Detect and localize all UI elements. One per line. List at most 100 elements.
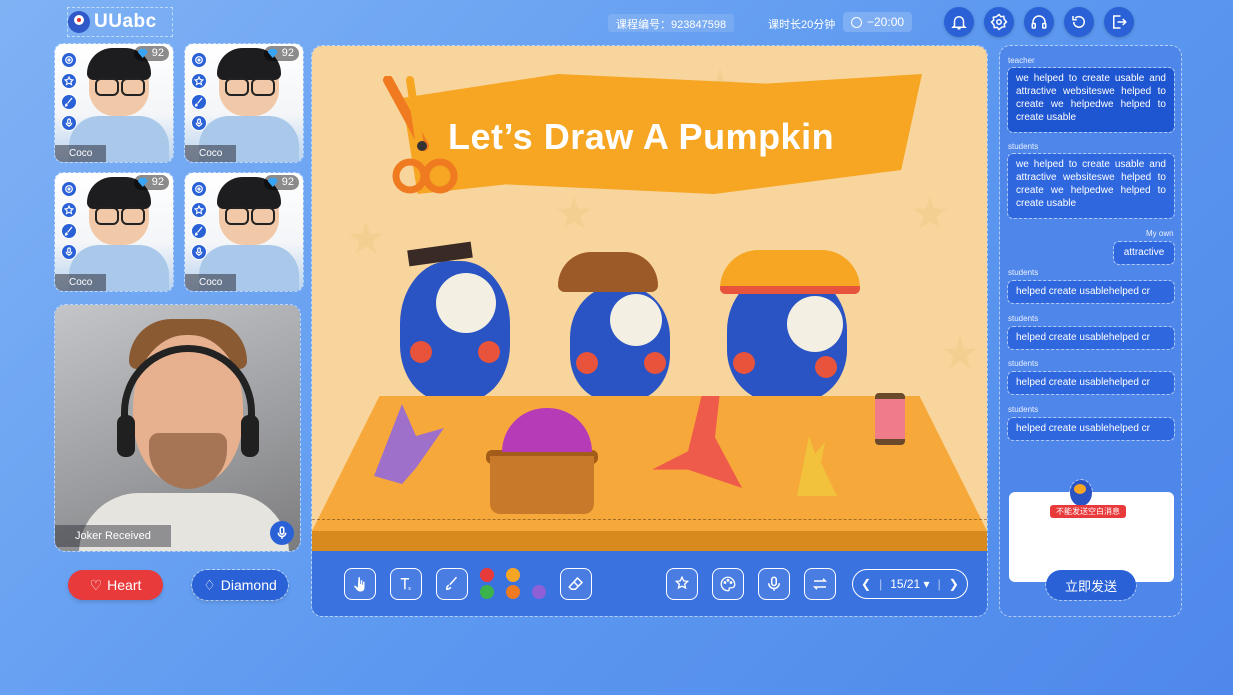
palette-icon[interactable] <box>712 567 744 600</box>
star-decoration <box>556 196 592 229</box>
color-swatch[interactable] <box>480 585 494 599</box>
switch-icon[interactable] <box>804 567 836 600</box>
text-tool-icon[interactable]: s <box>390 567 422 600</box>
page-indicator[interactable]: 15/21 ▾ <box>890 577 929 591</box>
headset-icon[interactable] <box>1024 7 1054 37</box>
courseware-slide[interactable]: Let’s Draw A Pumpkin <box>312 46 987 551</box>
color-swatch[interactable] <box>532 585 546 599</box>
star-stamp-icon[interactable] <box>61 202 77 218</box>
message-sender: My own <box>1146 229 1174 238</box>
target-icon[interactable] <box>191 52 207 68</box>
student-video-tile[interactable]: 92 Coco <box>54 172 174 292</box>
gem-count: 92 <box>133 46 169 61</box>
teacher-status-label: Joker Received <box>55 525 171 547</box>
star-decoration <box>942 336 978 369</box>
star-stamp-icon[interactable] <box>61 73 77 89</box>
yarn-basket <box>490 456 594 514</box>
message-sender: teacher <box>1008 56 1035 65</box>
target-icon[interactable] <box>61 52 77 68</box>
course-number: 课程编号：923847598 <box>608 14 735 32</box>
color-swatch[interactable] <box>506 568 520 582</box>
whiteboard-toolbar: s ❮ | 15/21 ▾ | ❯ <box>312 551 987 616</box>
monster-graduate <box>400 261 510 401</box>
student-video-tile[interactable]: 92 Coco <box>184 43 304 163</box>
app-logo: UUabc <box>67 7 173 37</box>
message-sender: students <box>1008 268 1039 277</box>
target-icon[interactable] <box>191 181 207 197</box>
microphone-icon[interactable] <box>758 567 790 600</box>
gem-count: 92 <box>263 175 299 190</box>
target-icon[interactable] <box>61 181 77 197</box>
student-video-tile[interactable]: 92 Coco <box>184 172 304 292</box>
heart-label: Heart <box>107 577 142 593</box>
magic-star-icon[interactable] <box>666 567 698 600</box>
mascot-icon <box>1069 479 1093 507</box>
heart-reward-button[interactable]: ♡ Heart <box>68 570 163 600</box>
student-controls <box>191 52 207 131</box>
microphone-icon[interactable] <box>61 115 77 131</box>
color-swatch[interactable] <box>480 568 494 582</box>
chevron-right-icon[interactable]: ❯ <box>949 577 959 591</box>
message-sender: students <box>1008 314 1039 323</box>
heart-icon: ♡ <box>89 576 103 593</box>
star-stamp-icon[interactable] <box>191 73 207 89</box>
message-sender: students <box>1008 405 1039 414</box>
page-navigator: ❮ | 15/21 ▾ | ❯ <box>852 568 968 599</box>
course-duration: 课时长20分钟 <box>768 19 836 31</box>
color-palette <box>480 568 546 599</box>
diamond-reward-button[interactable]: ♢ Diamond <box>191 569 289 601</box>
slide-title: Let’s Draw A Pumpkin <box>448 116 835 157</box>
brush-tool-icon[interactable] <box>436 567 468 600</box>
monster-girl <box>570 286 670 401</box>
empty-message-warning: 不能发送空白消息 <box>1050 505 1126 518</box>
chat-bubble: helped create usablehelped cr <box>1007 417 1175 441</box>
student-controls <box>191 181 207 260</box>
chat-bubble: helped create usablehelped cr <box>1007 326 1175 350</box>
chat-panel: teacher we helped to create usable and at… <box>999 45 1182 617</box>
brush-icon[interactable] <box>61 223 77 239</box>
svg-text:s: s <box>408 586 411 592</box>
timer-value: −20:00 <box>867 15 905 29</box>
message-sender: students <box>1008 359 1039 368</box>
hand-pointer-icon[interactable] <box>344 567 376 600</box>
gem-count: 92 <box>133 175 169 190</box>
teacher-video[interactable]: Joker Received <box>54 304 301 552</box>
courseware-panel: Let’s Draw A Pumpkin s ❮ | 15/21 ▾ | ❯ <box>311 45 988 617</box>
chat-bubble: helped create usablehelped cr <box>1007 371 1175 395</box>
microphone-icon[interactable] <box>61 244 77 260</box>
chat-bubble: helped create usablehelped cr <box>1007 280 1175 304</box>
logo-bird-icon <box>68 11 90 33</box>
chat-bubble: we helped to create usable and attractiv… <box>1007 67 1175 133</box>
exit-icon[interactable] <box>1104 7 1134 37</box>
bell-icon[interactable] <box>944 7 974 37</box>
diamond-icon: ♢ <box>203 576 216 593</box>
chat-bubble: we helped to create usable and attractiv… <box>1007 153 1175 219</box>
star-decoration <box>348 221 384 254</box>
brush-icon[interactable] <box>191 223 207 239</box>
star-decoration <box>912 196 948 229</box>
chevron-left-icon[interactable]: ❮ <box>861 577 871 591</box>
chat-messages: teacher we helped to create usable and at… <box>1000 46 1181 466</box>
student-controls <box>61 52 77 131</box>
eraser-icon[interactable] <box>560 567 592 600</box>
brush-icon[interactable] <box>61 94 77 110</box>
brush-icon[interactable] <box>191 94 207 110</box>
message-sender: students <box>1008 142 1039 151</box>
refresh-icon[interactable] <box>1064 7 1094 37</box>
star-stamp-icon[interactable] <box>191 202 207 218</box>
color-swatch[interactable] <box>532 568 546 582</box>
microphone-icon[interactable] <box>191 244 207 260</box>
send-button[interactable]: 立即发送 <box>1045 569 1137 601</box>
student-name: Coco <box>185 145 237 162</box>
color-swatch[interactable] <box>506 585 520 599</box>
student-name: Coco <box>185 274 237 291</box>
student-controls <box>61 181 77 260</box>
top-icon-bar <box>944 7 1134 37</box>
student-name: Coco <box>55 145 107 162</box>
microphone-icon[interactable] <box>270 521 294 545</box>
chat-bubble: attractive <box>1113 241 1175 265</box>
microphone-icon[interactable] <box>191 115 207 131</box>
student-name: Coco <box>55 274 107 291</box>
settings-icon[interactable] <box>984 7 1014 37</box>
student-video-tile[interactable]: 92 Coco <box>54 43 174 163</box>
